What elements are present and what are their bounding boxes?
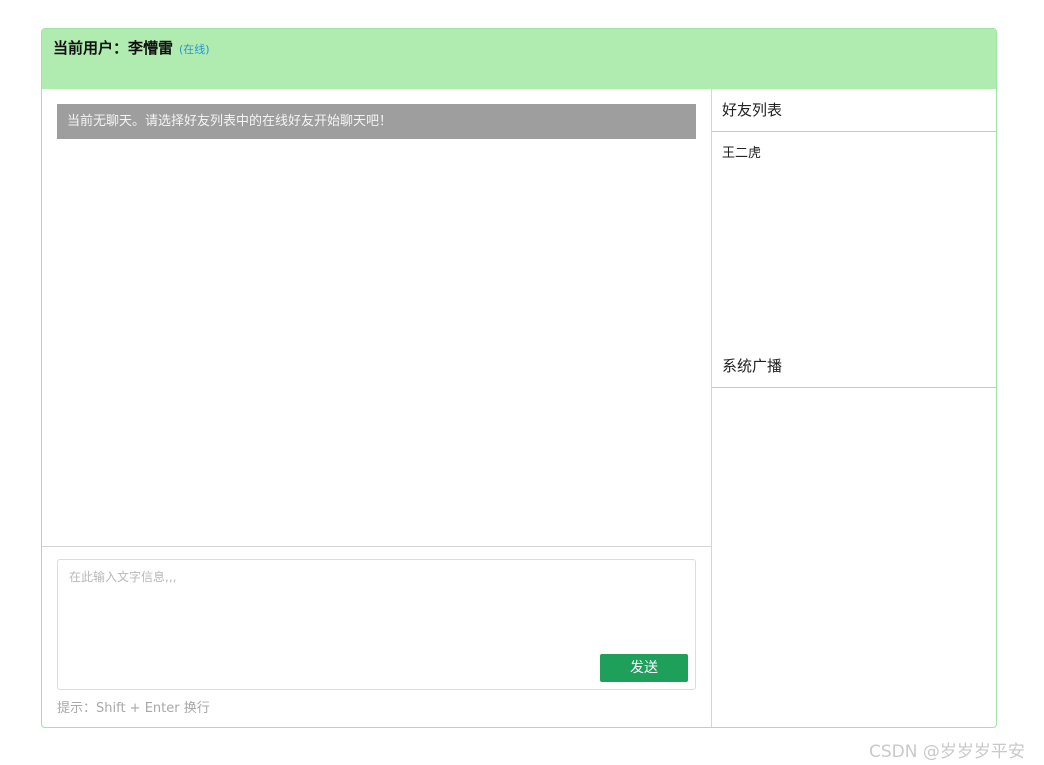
friends-list-title: 好友列表 [722,101,783,119]
shortcut-hint: 提示：Shift + Enter 换行 [57,701,210,716]
chat-app-window: 当前用户：李懵雷 (在线) 当前无聊天。请选择好友列表中的在线好友开始聊天吧！ 在… [41,28,997,728]
chat-panel: 当前无聊天。请选择好友列表中的在线好友开始聊天吧！ 在此输入文字信息,,, 发送… [42,89,712,727]
no-chat-notice: 当前无聊天。请选择好友列表中的在线好友开始聊天吧！ [57,104,696,139]
broadcast-title-divider [712,387,996,388]
friends-title-divider [712,131,996,132]
system-broadcast-title: 系统广播 [722,357,783,375]
watermark: CSDN @岁岁岁平安 [869,742,1025,762]
message-input[interactable]: 在此输入文字信息,,, 发送 [57,559,696,690]
sidebar: 好友列表 王二虎 系统广播 [712,89,996,727]
chat-divider [42,546,711,547]
friend-item[interactable]: 王二虎 [722,142,761,161]
message-placeholder: 在此输入文字信息,,, [69,570,177,584]
current-user-label: 当前用户：李懵雷 [53,39,174,57]
current-user: 当前用户：李懵雷 (在线) [53,37,210,58]
online-status: (在线) [179,43,210,56]
header-bar: 当前用户：李懵雷 (在线) [42,29,996,89]
send-button[interactable]: 发送 [600,654,688,682]
